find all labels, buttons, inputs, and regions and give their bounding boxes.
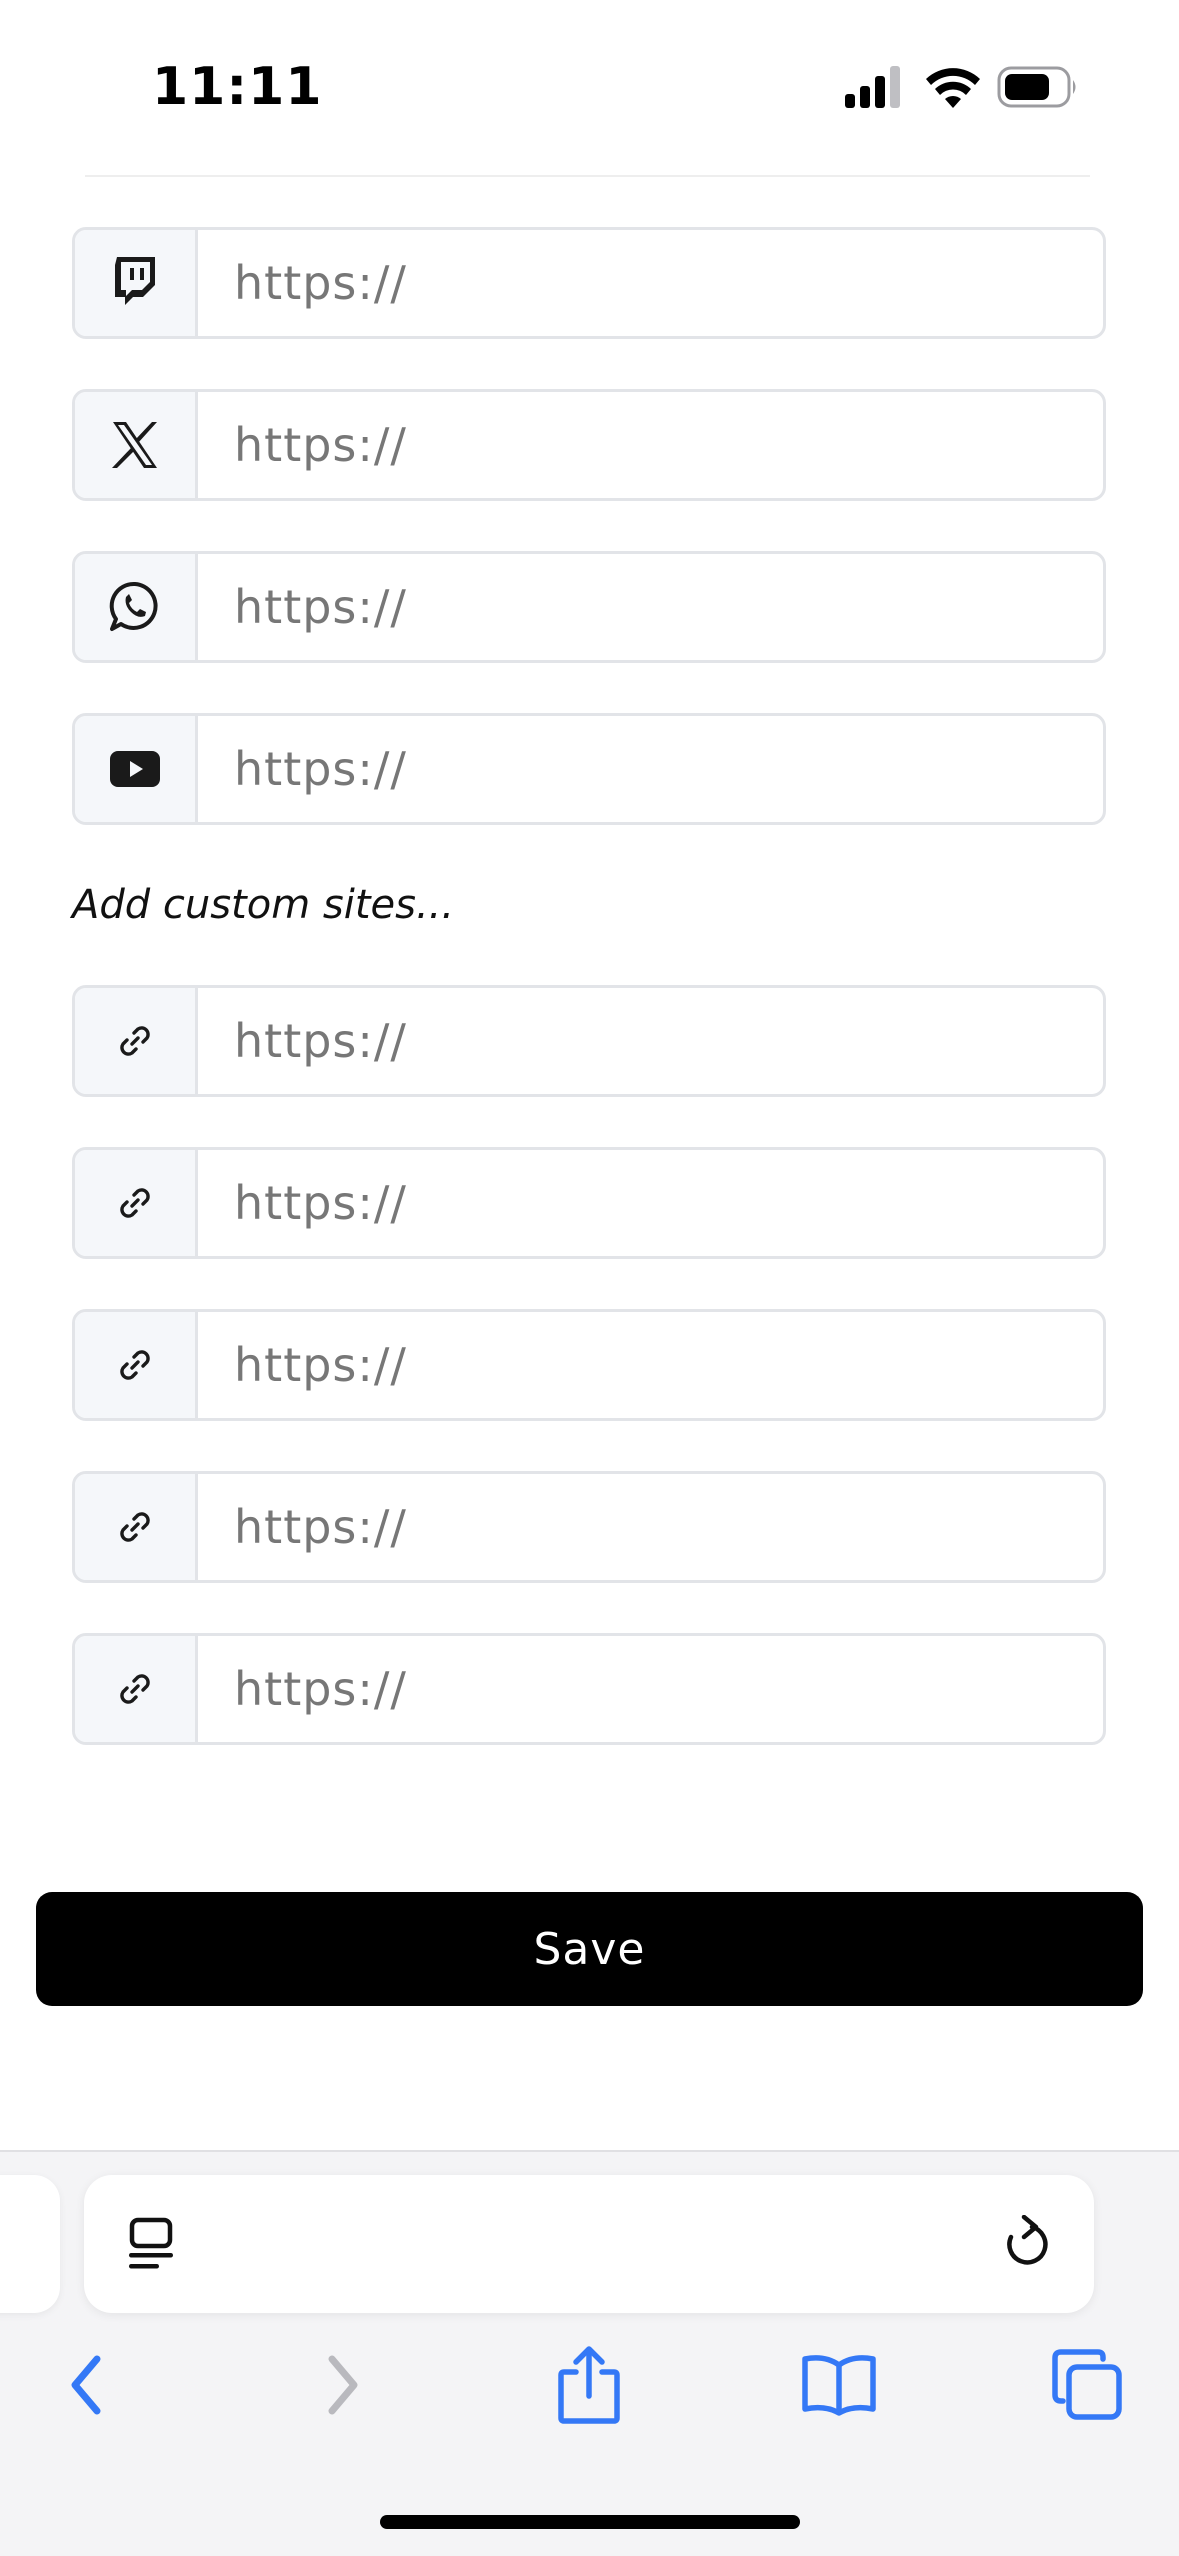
youtube-addon (75, 716, 198, 822)
link-addon (75, 1636, 198, 1742)
twitch-link-group (72, 227, 1106, 339)
youtube-url-input[interactable] (198, 716, 1103, 822)
youtube-link-group (72, 713, 1106, 825)
forward-icon (328, 2355, 358, 2415)
link-addon (75, 1150, 198, 1256)
battery-icon (997, 66, 1076, 108)
custom-site-url-input[interactable] (198, 1150, 1103, 1256)
section-divider (85, 175, 1090, 177)
page-menu-icon[interactable] (126, 2217, 178, 2275)
youtube-icon (110, 751, 160, 787)
whatsapp-icon (109, 581, 158, 631)
save-button[interactable]: Save (36, 1892, 1143, 2006)
forward-button[interactable] (297, 2340, 387, 2430)
twitch-icon (115, 257, 155, 305)
reload-icon[interactable] (1002, 2214, 1052, 2275)
whatsapp-url-input[interactable] (198, 554, 1103, 660)
tabs-icon (1052, 2349, 1122, 2420)
twitch-addon (75, 230, 198, 336)
address-bar[interactable] (84, 2175, 1094, 2313)
custom-site-url-input[interactable] (198, 988, 1103, 1094)
link-icon (120, 1512, 150, 1542)
link-icon (120, 1026, 150, 1056)
twitch-url-input[interactable] (198, 230, 1103, 336)
custom-sites-heading: Add custom sites... (72, 882, 455, 928)
back-button[interactable] (42, 2340, 132, 2430)
x-link-group (72, 389, 1106, 501)
link-icon (120, 1350, 150, 1380)
share-icon (558, 2346, 620, 2424)
previous-tab-preview[interactable] (0, 2175, 60, 2313)
link-addon (75, 988, 198, 1094)
custom-site-group (72, 985, 1106, 1097)
custom-site-group (72, 1633, 1106, 1745)
x-icon (112, 422, 157, 468)
link-addon (75, 1474, 198, 1580)
whatsapp-addon (75, 554, 198, 660)
wifi-icon (926, 68, 980, 108)
home-indicator (380, 2515, 800, 2529)
back-icon (71, 2355, 101, 2415)
tabs-button[interactable] (1042, 2340, 1132, 2430)
status-time: 11:11 (152, 57, 323, 117)
x-addon (75, 392, 198, 498)
custom-site-group (72, 1309, 1106, 1421)
custom-site-url-input[interactable] (198, 1312, 1103, 1418)
cellular-signal-icon (845, 66, 900, 108)
link-icon (120, 1674, 150, 1704)
x-url-input[interactable] (198, 392, 1103, 498)
status-bar: 11:11 (0, 0, 1179, 170)
custom-site-url-input[interactable] (198, 1636, 1103, 1742)
custom-site-url-input[interactable] (198, 1474, 1103, 1580)
bookmarks-button[interactable] (794, 2340, 884, 2430)
bookmarks-icon (802, 2355, 876, 2416)
link-icon (120, 1188, 150, 1218)
share-button[interactable] (544, 2340, 634, 2430)
whatsapp-link-group (72, 551, 1106, 663)
custom-site-group (72, 1147, 1106, 1259)
custom-site-group (72, 1471, 1106, 1583)
link-addon (75, 1312, 198, 1418)
